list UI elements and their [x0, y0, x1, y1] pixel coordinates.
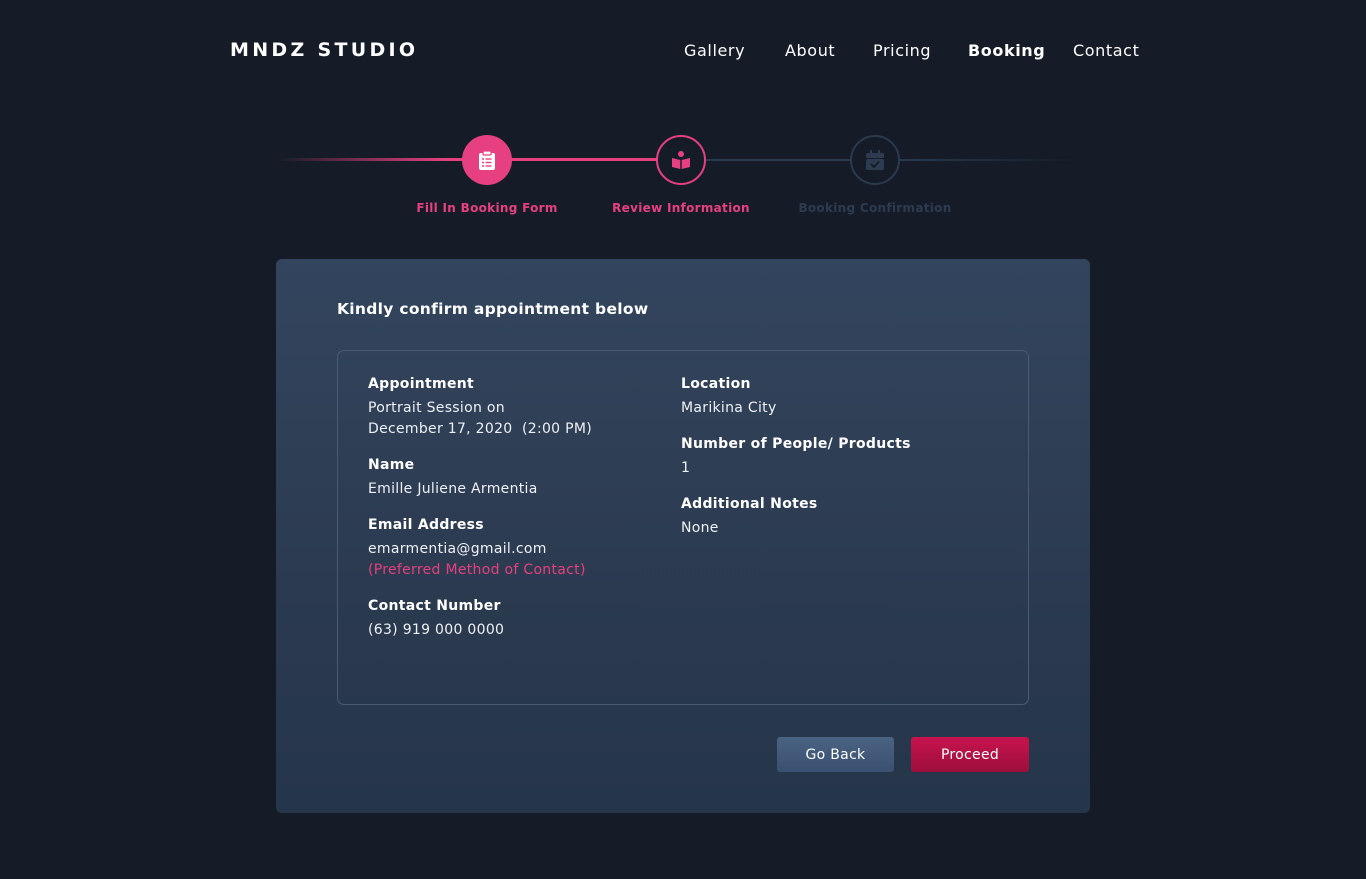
- field-name: Name Emille Juliene Armentia: [368, 456, 668, 500]
- nav-item-booking[interactable]: Booking: [968, 41, 1045, 60]
- field-value: Portrait Session on: [368, 400, 505, 416]
- proceed-button[interactable]: Proceed: [911, 737, 1029, 772]
- field-label: Name: [368, 457, 415, 473]
- details-left-column: Appointment Portrait Session on December…: [368, 375, 668, 657]
- field-value: emarmentia@gmail.com: [368, 541, 547, 557]
- field-label: Location: [681, 376, 751, 392]
- calendar-check-icon: [866, 150, 884, 170]
- field-value: 1: [681, 460, 691, 476]
- field-email: Email Address emarmentia@gmail.com (Pref…: [368, 516, 668, 581]
- stepper-line-complete: [510, 158, 660, 161]
- field-label: Email Address: [368, 517, 484, 533]
- field-label: Appointment: [368, 376, 474, 392]
- step-label-review-information: Review Information: [612, 201, 750, 215]
- field-number-of-people: Number of People/ Products 1: [681, 435, 1001, 479]
- stepper-line-lead: [278, 158, 488, 161]
- go-back-button[interactable]: Go Back: [777, 737, 894, 772]
- clipboard-list-icon: [479, 150, 495, 170]
- field-label: Contact Number: [368, 598, 501, 614]
- nav-item-gallery[interactable]: Gallery: [684, 41, 745, 60]
- step-label-booking-confirmation: Booking Confirmation: [798, 201, 952, 215]
- field-value: December 17, 2020 (2:00 PM): [368, 421, 593, 437]
- step-booking-confirmation: [850, 135, 900, 185]
- nav-item-about[interactable]: About: [785, 41, 835, 60]
- appointment-details: Appointment Portrait Session on December…: [337, 350, 1029, 705]
- step-label-fill-form: Fill In Booking Form: [416, 201, 558, 215]
- nav-item-pricing[interactable]: Pricing: [873, 41, 931, 60]
- field-contact-number: Contact Number (63) 919 000 0000: [368, 597, 668, 641]
- step-fill-form: [462, 135, 512, 185]
- details-right-column: Location Marikina City Number of People/…: [681, 375, 1001, 555]
- field-location: Location Marikina City: [681, 375, 1001, 419]
- stepper-line-pending: [705, 159, 855, 161]
- field-value: Emille Juliene Armentia: [368, 481, 538, 497]
- field-value: Marikina City: [681, 400, 777, 416]
- field-value: None: [681, 520, 719, 536]
- field-additional-notes: Additional Notes None: [681, 495, 1001, 539]
- stepper-line-tail: [898, 159, 1078, 161]
- nav-item-contact[interactable]: Contact: [1073, 41, 1139, 60]
- field-appointment: Appointment Portrait Session on December…: [368, 375, 668, 440]
- confirmation-card: Kindly confirm appointment below Appoint…: [276, 259, 1090, 813]
- card-title: Kindly confirm appointment below: [337, 300, 649, 318]
- book-reader-icon: [672, 151, 690, 169]
- field-value: (63) 919 000 0000: [368, 622, 505, 638]
- step-review-information: [656, 135, 706, 185]
- studio-logo[interactable]: MNDZ STUDIO: [230, 39, 418, 61]
- field-label: Number of People/ Products: [681, 436, 911, 452]
- field-label: Additional Notes: [681, 496, 818, 512]
- preferred-contact-note: (Preferred Method of Contact): [368, 562, 586, 578]
